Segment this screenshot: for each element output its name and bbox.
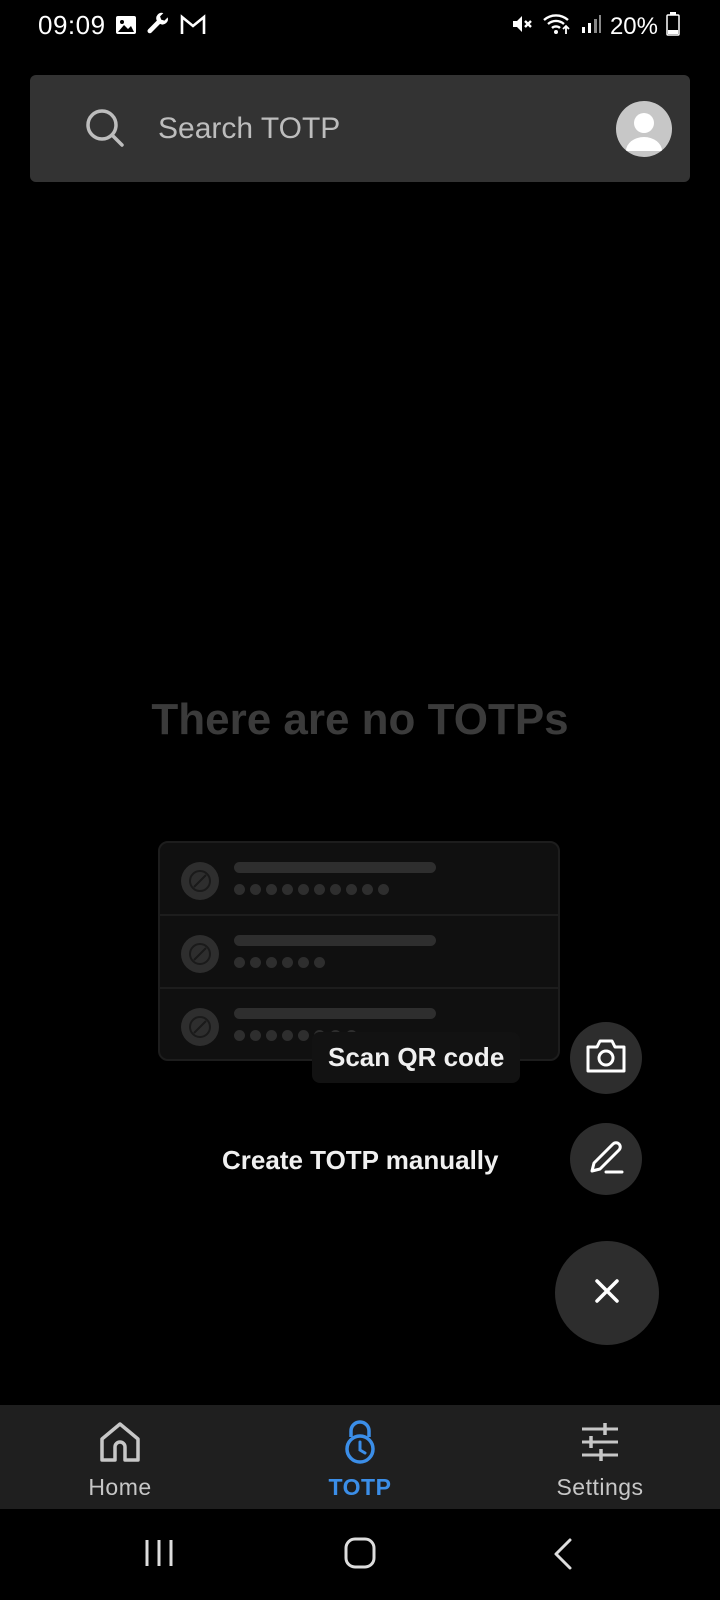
avatar[interactable] bbox=[616, 101, 672, 157]
wifi-icon bbox=[542, 12, 572, 41]
system-navigation-bar bbox=[0, 1509, 720, 1600]
search-icon[interactable] bbox=[84, 107, 126, 154]
battery-percent: 20% bbox=[609, 12, 658, 40]
sliders-icon bbox=[577, 1419, 623, 1470]
illustration-row bbox=[160, 843, 558, 916]
home-button-icon[interactable] bbox=[344, 1537, 376, 1574]
status-time: 09:09 bbox=[38, 10, 106, 40]
nav-item-totp[interactable]: TOTP bbox=[240, 1405, 480, 1509]
create-totp-button[interactable] bbox=[570, 1123, 642, 1195]
close-fab-button[interactable] bbox=[555, 1241, 659, 1345]
empty-state-illustration bbox=[158, 841, 560, 1061]
block-icon bbox=[181, 935, 219, 973]
battery-icon bbox=[666, 12, 680, 41]
status-bar: 09:09 20% bbox=[0, 0, 720, 52]
nav-label-home: Home bbox=[88, 1474, 152, 1500]
image-icon bbox=[114, 13, 138, 42]
gmail-icon bbox=[180, 14, 206, 41]
nav-label-settings: Settings bbox=[556, 1474, 644, 1500]
signal-icon bbox=[580, 13, 602, 40]
back-icon[interactable] bbox=[552, 1537, 574, 1576]
scan-qr-label[interactable]: Scan QR code bbox=[312, 1032, 521, 1083]
placeholder-bar bbox=[234, 862, 436, 873]
block-icon bbox=[181, 862, 219, 900]
mute-icon bbox=[510, 12, 534, 41]
wrench-icon bbox=[146, 12, 172, 43]
pencil-icon bbox=[586, 1137, 626, 1182]
close-icon bbox=[594, 1278, 620, 1309]
placeholder-dots bbox=[234, 957, 325, 968]
search-bar[interactable] bbox=[30, 75, 690, 182]
illustration-row bbox=[160, 916, 558, 989]
nav-item-settings[interactable]: Settings bbox=[480, 1405, 720, 1509]
block-icon bbox=[181, 1008, 219, 1046]
nav-label-totp: TOTP bbox=[328, 1474, 392, 1500]
recents-icon[interactable] bbox=[144, 1537, 174, 1574]
placeholder-bar bbox=[234, 935, 436, 946]
search-input[interactable] bbox=[158, 102, 608, 156]
scan-qr-button[interactable] bbox=[570, 1022, 642, 1094]
camera-icon bbox=[584, 1037, 628, 1080]
create-totp-label[interactable]: Create TOTP manually bbox=[206, 1135, 514, 1186]
bottom-navigation: Home TOTP Settings bbox=[0, 1405, 720, 1509]
placeholder-bar bbox=[234, 1008, 436, 1019]
empty-state-title: There are no TOTPs bbox=[151, 695, 569, 744]
placeholder-dots bbox=[234, 884, 389, 895]
home-icon bbox=[97, 1419, 143, 1470]
lock-clock-icon bbox=[337, 1419, 383, 1470]
status-system-icons: 20% bbox=[510, 12, 680, 41]
nav-item-home[interactable]: Home bbox=[0, 1405, 240, 1509]
status-notification-icons bbox=[114, 12, 206, 43]
